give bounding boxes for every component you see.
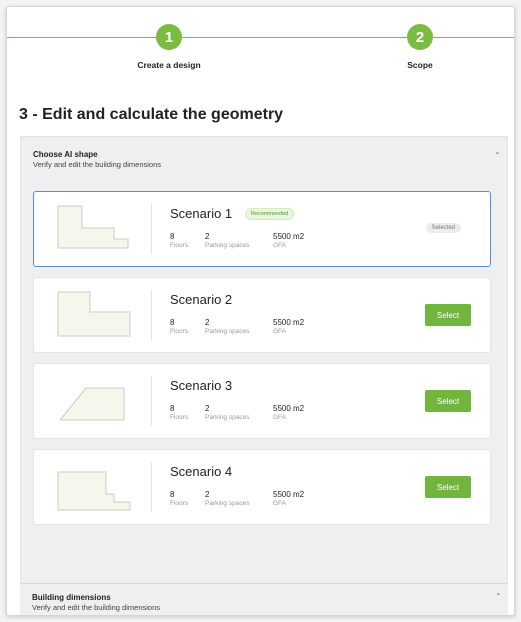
progress-stepper: 1 Create a design 2 Scope (7, 7, 514, 87)
scenario-card-3[interactable]: Scenario 3 8 Floors 2 Parking spaces 550… (33, 363, 491, 439)
floors-stat: 8 Floors (170, 404, 188, 421)
card-divider (151, 376, 152, 426)
parking-value: 2 (205, 490, 210, 499)
trapezoid-shape-icon (58, 387, 125, 421)
gfa-value: 5500 m2 (273, 404, 305, 413)
floors-value: 8 (170, 490, 175, 499)
select-button[interactable]: Select (425, 390, 471, 412)
gfa-label: GFA (273, 500, 287, 507)
gfa-stat: 5500 m2 GFA (273, 318, 304, 335)
gfa-label: GFA (273, 328, 287, 335)
stepper-line (182, 37, 407, 38)
floors-label: Floors (170, 242, 189, 249)
step-shape-icon (57, 205, 129, 249)
parking-value: 2 (205, 232, 210, 241)
scenario-name: Scenario 4 (170, 464, 233, 479)
gfa-stat: 5500 m2 GFA (273, 404, 304, 421)
l-shape-icon (57, 291, 131, 337)
floors-label: Floors (170, 328, 189, 335)
chevron-up-icon[interactable]: ⌃ (495, 592, 502, 601)
stepper-line (7, 37, 156, 38)
parking-value: 2 (205, 404, 210, 413)
floors-stat: 8 Floors (170, 490, 188, 507)
step-2-indicator[interactable]: 2 (407, 24, 433, 50)
parking-label: Parking spaces (205, 414, 250, 421)
panel-subtitle: Verify and edit the building dimensions (33, 160, 161, 169)
chevron-up-icon[interactable]: ⌃ (494, 151, 501, 160)
gfa-stat: 5500 m2 GFA (273, 490, 304, 507)
floors-label: Floors (170, 500, 189, 507)
stepper-line (433, 37, 514, 38)
page-title: 3 - Edit and calculate the geometry (19, 106, 284, 123)
choose-ai-shape-panel: Choose AI shape Verify and edit the buil… (20, 136, 508, 614)
parking-stat: 2 Parking spaces (205, 404, 249, 421)
step-1-indicator[interactable]: 1 (156, 24, 182, 50)
parking-label: Parking spaces (205, 328, 250, 335)
panel-title: Building dimensions (32, 593, 111, 602)
scenario-card-4[interactable]: Scenario 4 8 Floors 2 Parking spaces 550… (33, 449, 491, 525)
parking-label: Parking spaces (205, 500, 250, 507)
card-divider (151, 290, 152, 340)
scenario-card-2[interactable]: Scenario 2 8 Floors 2 Parking spaces 550… (33, 277, 491, 353)
parking-stat: 2 Parking spaces (205, 490, 249, 507)
gfa-stat: 5500 m2 GFA (273, 232, 304, 249)
panel-header[interactable]: Choose AI shape Verify and edit the buil… (33, 150, 161, 169)
step-2-label: Scope (407, 60, 433, 70)
selected-badge: Selected (425, 223, 461, 233)
panel-title: Choose AI shape (33, 150, 98, 159)
scenario-card-1[interactable]: Scenario 1 Recommended 8 Floors 2 Parkin… (33, 191, 491, 267)
parking-label: Parking spaces (205, 242, 250, 249)
gfa-label: GFA (273, 242, 287, 249)
floors-label: Floors (170, 414, 189, 421)
gfa-value: 5500 m2 (273, 490, 305, 499)
gfa-label: GFA (273, 414, 287, 421)
floors-value: 8 (170, 318, 175, 327)
parking-value: 2 (205, 318, 210, 327)
step-shape-icon (57, 471, 131, 511)
parking-stat: 2 Parking spaces (205, 232, 249, 249)
panel-header: Building dimensions Verify and edit the … (32, 593, 160, 612)
card-divider (151, 204, 152, 254)
recommended-badge: Recommended (245, 208, 295, 220)
card-divider (151, 462, 152, 512)
select-button[interactable]: Select (425, 304, 471, 326)
scenario-name: Scenario 3 (170, 378, 233, 393)
gfa-value: 5500 m2 (273, 318, 305, 327)
scenario-name: Scenario 1 (170, 206, 233, 221)
gfa-value: 5500 m2 (273, 232, 305, 241)
floors-stat: 8 Floors (170, 232, 188, 249)
building-dimensions-panel[interactable]: Building dimensions Verify and edit the … (20, 583, 508, 615)
floors-stat: 8 Floors (170, 318, 188, 335)
floors-value: 8 (170, 232, 175, 241)
floors-value: 8 (170, 404, 175, 413)
parking-stat: 2 Parking spaces (205, 318, 249, 335)
scenario-name: Scenario 2 (170, 292, 233, 307)
select-button[interactable]: Select (425, 476, 471, 498)
step-1-label: Create a design (137, 60, 201, 70)
app-frame: 1 Create a design 2 Scope 3 - Edit and c… (6, 6, 515, 616)
panel-subtitle: Verify and edit the building dimensions (32, 603, 160, 612)
